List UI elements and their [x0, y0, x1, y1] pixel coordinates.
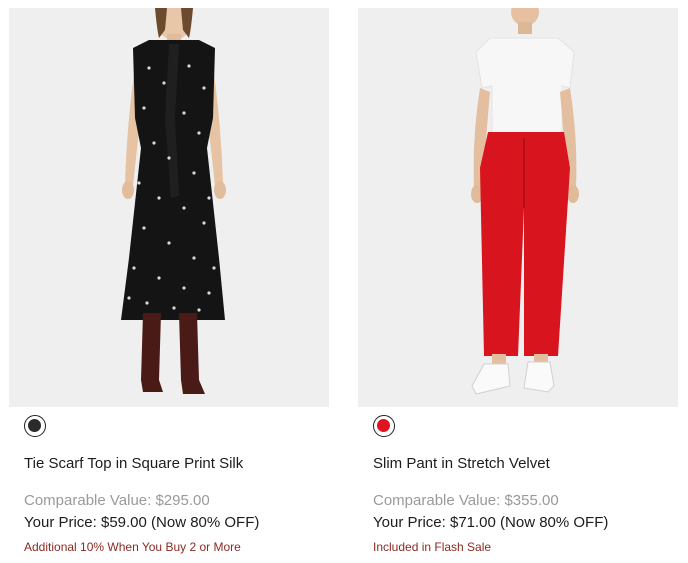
- your-price: Your Price: $59.00 (Now 80% OFF): [24, 514, 260, 531]
- color-swatch-black[interactable]: [24, 415, 46, 437]
- comparable-value: Comparable Value: $295.00: [24, 492, 210, 509]
- product-card-tie-scarf-top: [9, 8, 329, 407]
- product-name[interactable]: Tie Scarf Top in Square Print Silk: [24, 455, 243, 472]
- color-swatch-dot: [377, 419, 390, 432]
- model-black-polka-dot-dress-photo: [121, 8, 226, 394]
- product-card-slim-pant: [358, 8, 678, 407]
- promo-text: Included in Flash Sale: [373, 540, 492, 554]
- color-swatch-red[interactable]: [373, 415, 395, 437]
- model-red-velvet-pants-photo: [471, 8, 579, 395]
- product-image-slim-pant[interactable]: [358, 8, 678, 407]
- product-name[interactable]: Slim Pant in Stretch Velvet: [373, 455, 550, 472]
- product-image-tie-scarf-top[interactable]: [9, 8, 329, 407]
- your-price: Your Price: $71.00 (Now 80% OFF): [373, 514, 609, 531]
- color-swatch-dot: [28, 419, 41, 432]
- promo-text: Additional 10% When You Buy 2 or More: [24, 540, 241, 554]
- comparable-value: Comparable Value: $355.00: [373, 492, 559, 509]
